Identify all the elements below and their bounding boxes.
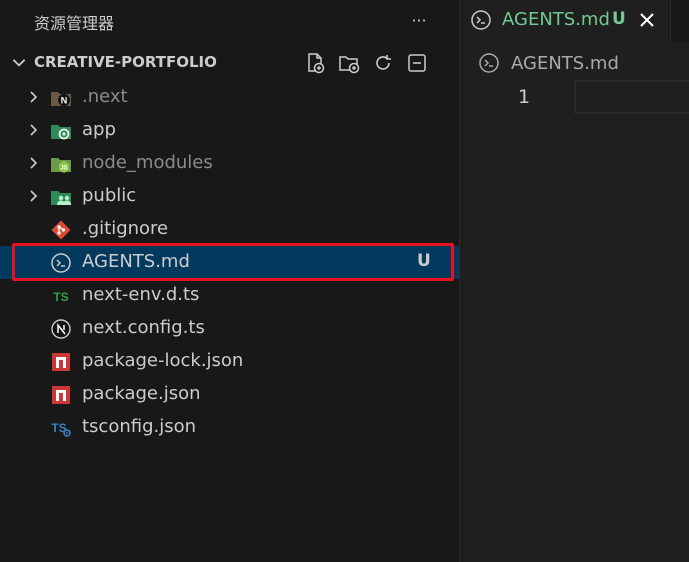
tree-item-next-folder[interactable]: N .next xyxy=(0,81,459,114)
line-number: 1 xyxy=(518,86,531,108)
tree-item-label: package-lock.json xyxy=(82,350,244,371)
nextjs-icon xyxy=(51,319,71,339)
terminal-icon xyxy=(471,10,491,30)
tree-item-label: .gitignore xyxy=(82,218,169,239)
npm-icon xyxy=(52,386,70,404)
more-actions-button[interactable]: ··· xyxy=(407,8,431,32)
tree-item-gitignore[interactable]: .gitignore xyxy=(0,213,459,246)
close-icon[interactable] xyxy=(636,9,658,31)
tree-item-label: app xyxy=(82,119,116,140)
typescript-icon: TS xyxy=(53,290,68,304)
tree-item-next-env[interactable]: TS next-env.d.ts xyxy=(0,279,459,312)
svg-text:TS: TS xyxy=(53,290,68,304)
explorer-title: 资源管理器 xyxy=(34,14,115,33)
editor-area: AGENTS.md U AGENTS.md 1 xyxy=(460,0,689,562)
chevron-right-icon xyxy=(30,91,38,103)
tree-item-app-folder[interactable]: app xyxy=(0,114,459,147)
collapse-all-icon[interactable] xyxy=(405,51,429,75)
project-header[interactable]: CREATIVE-PORTFOLIO xyxy=(0,47,459,79)
refresh-icon[interactable] xyxy=(371,51,395,75)
tree-item-package-lock[interactable]: package-lock.json xyxy=(0,345,459,378)
git-icon xyxy=(51,220,71,240)
tree-item-label: next-env.d.ts xyxy=(82,284,200,305)
tab-git-status-badge: U xyxy=(612,9,626,29)
tab-agents-md[interactable]: AGENTS.md U xyxy=(460,0,671,42)
new-folder-icon[interactable] xyxy=(337,51,361,75)
chevron-right-icon xyxy=(30,190,38,202)
tree-item-next-config[interactable]: next.config.ts xyxy=(0,312,459,345)
tab-bar: AGENTS.md U xyxy=(460,0,689,42)
current-line-highlight[interactable] xyxy=(574,80,689,114)
explorer-sidebar: 资源管理器 ··· CREATIVE-PORTFOLIO N .next app… xyxy=(0,0,460,562)
public-folder-icon xyxy=(51,191,71,205)
breadcrumb[interactable]: AGENTS.md xyxy=(478,51,619,75)
chevron-right-icon xyxy=(30,124,38,136)
chevron-right-icon xyxy=(30,157,38,169)
tree-item-package-json[interactable]: package.json xyxy=(0,378,459,411)
tree-item-tsconfig[interactable]: TS tsconfig.json xyxy=(0,411,459,444)
tree-item-label: .next xyxy=(82,86,128,107)
tree-item-label: next.config.ts xyxy=(82,317,205,338)
svg-text:JS: JS xyxy=(60,166,67,172)
next-folder-icon: N xyxy=(51,92,71,106)
tree-item-label: package.json xyxy=(82,383,201,404)
svg-text:N: N xyxy=(61,96,68,106)
npm-icon xyxy=(52,353,70,371)
project-name: CREATIVE-PORTFOLIO xyxy=(34,53,217,71)
chevron-down-icon xyxy=(12,59,26,67)
tree-item-node-modules-folder[interactable]: JS node_modules xyxy=(0,147,459,180)
selection-highlight-box xyxy=(12,243,454,281)
tsconfig-icon: TS xyxy=(51,421,71,437)
project-actions xyxy=(303,51,429,75)
breadcrumb-label: AGENTS.md xyxy=(511,52,619,74)
app-folder-icon xyxy=(51,125,71,140)
tree-item-public-folder[interactable]: public xyxy=(0,180,459,213)
terminal-icon xyxy=(479,53,499,73)
explorer-header: 资源管理器 ··· xyxy=(0,0,459,42)
tree-item-label: tsconfig.json xyxy=(82,416,197,437)
tree-item-label: node_modules xyxy=(82,152,213,173)
node-modules-folder-icon: JS xyxy=(51,158,71,173)
tab-label: AGENTS.md xyxy=(502,9,610,30)
new-file-icon[interactable] xyxy=(303,51,327,75)
tree-item-label: public xyxy=(82,185,137,206)
